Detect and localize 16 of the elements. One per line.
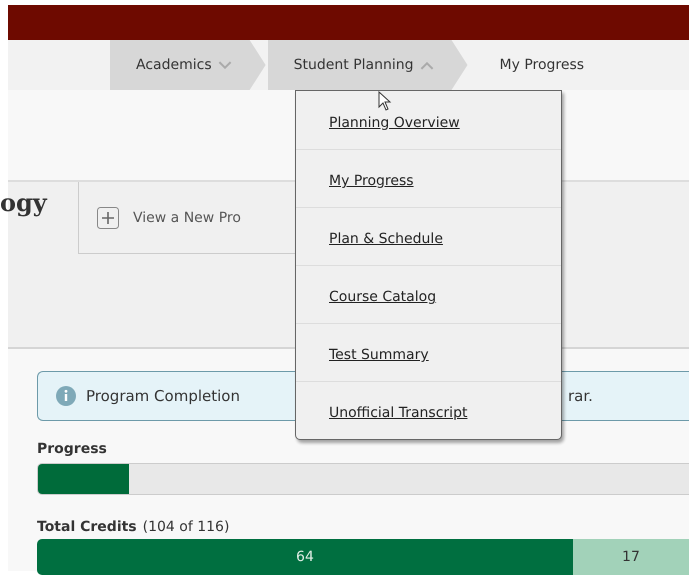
- nav-item[interactable]: Academics: [110, 40, 266, 90]
- program-title: ogy: [0, 187, 48, 217]
- menu-item[interactable]: Course Catalog: [296, 265, 561, 323]
- progress-label: Progress: [37, 441, 108, 457]
- menu-item[interactable]: My Progress: [296, 149, 561, 207]
- notice-text: rar.: [568, 387, 593, 405]
- nav-item[interactable]: Student Planning: [268, 40, 468, 90]
- credits-segment: 64: [37, 539, 573, 575]
- credits-count: (104 of 116): [142, 519, 230, 535]
- menu-item[interactable]: Test Summary: [296, 323, 561, 381]
- notice-text: Program Completion: [86, 387, 240, 405]
- menu-item[interactable]: Plan & Schedule: [296, 207, 561, 265]
- credits-segment: 17: [572, 539, 689, 575]
- menu-item[interactable]: Unofficial Transcript: [296, 381, 561, 439]
- credits-label: Total Credits: [37, 519, 137, 535]
- nav-item[interactable]: My Progress: [470, 40, 584, 90]
